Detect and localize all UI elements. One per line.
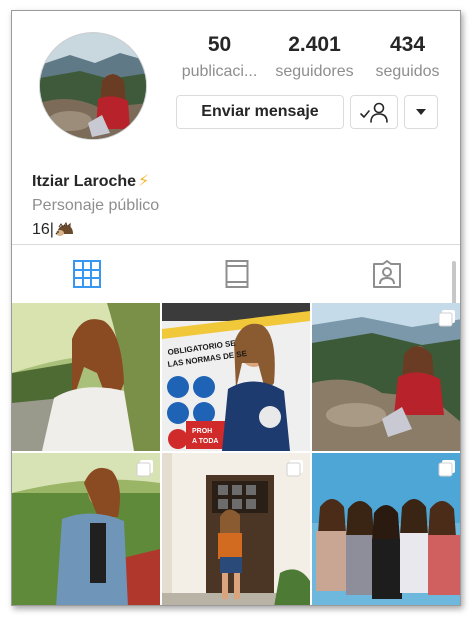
stat-followers[interactable]: 2.401 seguidores xyxy=(267,33,362,83)
sign-tag2: A TODA xyxy=(192,438,218,445)
profile-tabs xyxy=(12,244,460,302)
multiple-posts-icon xyxy=(136,460,153,477)
stat-posts-label: publicaci... xyxy=(181,63,258,80)
stat-following-value: 434 xyxy=(389,33,426,56)
stat-following[interactable]: 434 seguidos xyxy=(360,33,455,83)
post-tile[interactable] xyxy=(312,453,460,605)
grid-icon xyxy=(73,259,101,288)
post-tile[interactable] xyxy=(312,303,460,451)
lightning-emoji: ⚡ xyxy=(138,173,150,190)
hedgehog-icon xyxy=(55,222,73,236)
stat-following-label: seguidos xyxy=(375,63,440,80)
tab-tagged[interactable] xyxy=(312,245,460,302)
post-tile[interactable] xyxy=(12,303,160,451)
following-button[interactable] xyxy=(350,95,398,129)
profile-name: Itziar Laroche xyxy=(32,173,137,190)
stat-followers-value: 2.401 xyxy=(288,33,341,56)
caret-down-icon xyxy=(416,109,426,115)
post-tile[interactable]: OBLIGATORIO SE LAS NORMAS DE SE PROH A T… xyxy=(162,303,310,451)
tagged-icon xyxy=(373,259,401,288)
post-tile[interactable] xyxy=(162,453,310,605)
stat-posts[interactable]: 50 publicaci... xyxy=(172,33,267,83)
bio-text: 16| xyxy=(32,221,54,238)
send-message-button[interactable]: Enviar mensaje xyxy=(176,95,344,129)
person-check-icon xyxy=(360,102,388,123)
multiple-posts-icon xyxy=(438,310,455,327)
tab-feed[interactable] xyxy=(162,245,312,302)
profile-name-row: Itziar Laroche ⚡ xyxy=(32,171,432,193)
post-tile[interactable] xyxy=(12,453,160,605)
multiple-posts-icon xyxy=(438,460,455,477)
profile-stats: 50 publicaci... 2.401 seguidores 434 seg… xyxy=(172,33,457,83)
multiple-posts-icon xyxy=(286,460,303,477)
profile-bio: Itziar Laroche ⚡ Personaje público 16| xyxy=(32,171,432,241)
stat-posts-value: 50 xyxy=(207,33,232,56)
profile-avatar[interactable] xyxy=(39,32,147,140)
profile-screen: 50 publicaci... 2.401 seguidores 434 seg… xyxy=(11,10,461,606)
more-options-button[interactable] xyxy=(404,95,438,129)
photo-grid: OBLIGATORIO SE LAS NORMAS DE SE PROH A T… xyxy=(12,303,460,605)
tab-grid[interactable] xyxy=(12,245,162,302)
sign-tag1: PROH xyxy=(192,428,212,435)
profile-description: 16| xyxy=(32,219,432,241)
feed-icon xyxy=(225,259,249,288)
profile-category: Personaje público xyxy=(32,197,160,214)
stat-followers-label: seguidores xyxy=(275,63,354,80)
